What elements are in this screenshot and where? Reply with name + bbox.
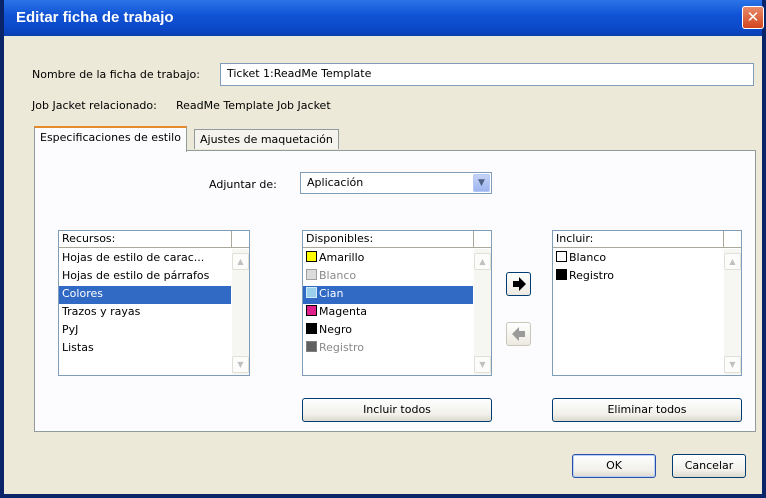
list-item-selected[interactable]: Colores	[59, 286, 231, 304]
ticket-name-field[interactable]: Ticket 1:ReadMe Template	[220, 63, 754, 86]
header-spacer	[473, 231, 491, 248]
swatch-icon	[306, 287, 317, 298]
remove-all-button[interactable]: Eliminar todos	[552, 398, 742, 422]
vertical-scrollbar[interactable]: ▲ ▼	[474, 249, 491, 375]
title-bar[interactable]: Editar ficha de trabajo ✕	[4, 0, 764, 36]
scroll-down-icon[interactable]: ▼	[232, 356, 249, 373]
include-all-button[interactable]: Incluir todos	[302, 398, 492, 422]
list-item[interactable]: Blanco	[553, 250, 723, 268]
job-jacket-label: Job Jacket relacionado:	[32, 99, 157, 112]
include-list[interactable]: Incluir: Blanco Registro ▲ ▼	[552, 230, 742, 376]
header-spacer	[723, 231, 741, 248]
list-item[interactable]: PyJ	[59, 322, 231, 340]
available-header: Disponibles:	[303, 231, 473, 248]
swatch-icon	[306, 251, 317, 262]
move-left-button[interactable]	[506, 322, 531, 346]
window-title: Editar ficha de trabajo	[16, 9, 174, 26]
attach-from-select[interactable]: Aplicación ▼	[300, 172, 492, 194]
arrow-right-icon	[512, 277, 526, 291]
job-jacket-value: ReadMe Template Job Jacket	[176, 99, 331, 112]
list-item[interactable]: Magenta	[303, 304, 473, 322]
vertical-scrollbar[interactable]: ▲ ▼	[232, 249, 249, 375]
swatch-icon	[306, 323, 317, 334]
list-item[interactable]: Trazos y rayas	[59, 304, 231, 322]
tab-layout-settings[interactable]: Ajustes de maquetación	[194, 129, 339, 149]
header-spacer	[231, 231, 249, 248]
list-item[interactable]: Amarillo	[303, 250, 473, 268]
swatch-icon	[306, 305, 317, 316]
list-item[interactable]: Registro	[303, 340, 473, 358]
tab-label: Ajustes de maquetación	[200, 133, 333, 146]
tab-style-specs[interactable]: Especificaciones de estilo	[34, 126, 187, 152]
ticket-name-value: Ticket 1:ReadMe Template	[227, 67, 372, 80]
resources-list[interactable]: Recursos: Hojas de estilo de carac... Ho…	[58, 230, 250, 376]
resources-header: Recursos:	[59, 231, 231, 248]
close-icon: ✕	[746, 8, 760, 26]
arrow-left-icon	[511, 327, 525, 341]
cancel-button[interactable]: Cancelar	[672, 454, 746, 478]
ticket-name-label: Nombre de la ficha de trabajo:	[32, 68, 200, 81]
move-right-button[interactable]	[506, 272, 531, 296]
list-item[interactable]: Registro	[553, 268, 723, 286]
list-item[interactable]: Listas	[59, 340, 231, 358]
available-list[interactable]: Disponibles: Amarillo Blanco Cian Magent…	[302, 230, 492, 376]
edit-ticket-dialog: Editar ficha de trabajo ✕ Nombre de la f…	[0, 0, 766, 498]
scroll-down-icon[interactable]: ▼	[474, 356, 491, 373]
include-header: Incluir:	[553, 231, 723, 248]
close-button[interactable]: ✕	[742, 6, 764, 29]
list-item[interactable]: Hojas de estilo de párrafos	[59, 268, 231, 286]
swatch-icon	[556, 269, 567, 280]
vertical-scrollbar[interactable]: ▲ ▼	[724, 249, 741, 375]
tab-label: Especificaciones de estilo	[40, 131, 181, 144]
chevron-down-icon[interactable]: ▼	[473, 174, 490, 192]
ok-button[interactable]: OK	[572, 454, 656, 478]
scroll-up-icon[interactable]: ▲	[724, 253, 741, 270]
swatch-icon	[556, 251, 567, 262]
list-item[interactable]: Negro	[303, 322, 473, 340]
swatch-icon	[306, 269, 317, 280]
attach-from-value: Aplicación	[307, 176, 364, 189]
scroll-down-icon[interactable]: ▼	[724, 356, 741, 373]
scroll-up-icon[interactable]: ▲	[474, 253, 491, 270]
scroll-up-icon[interactable]: ▲	[232, 253, 249, 270]
list-item[interactable]: Blanco	[303, 268, 473, 286]
swatch-icon	[306, 341, 317, 352]
list-item-selected[interactable]: Cian	[303, 286, 473, 304]
list-item[interactable]: Hojas de estilo de carac...	[59, 250, 231, 268]
attach-from-label: Adjuntar de:	[209, 178, 277, 191]
